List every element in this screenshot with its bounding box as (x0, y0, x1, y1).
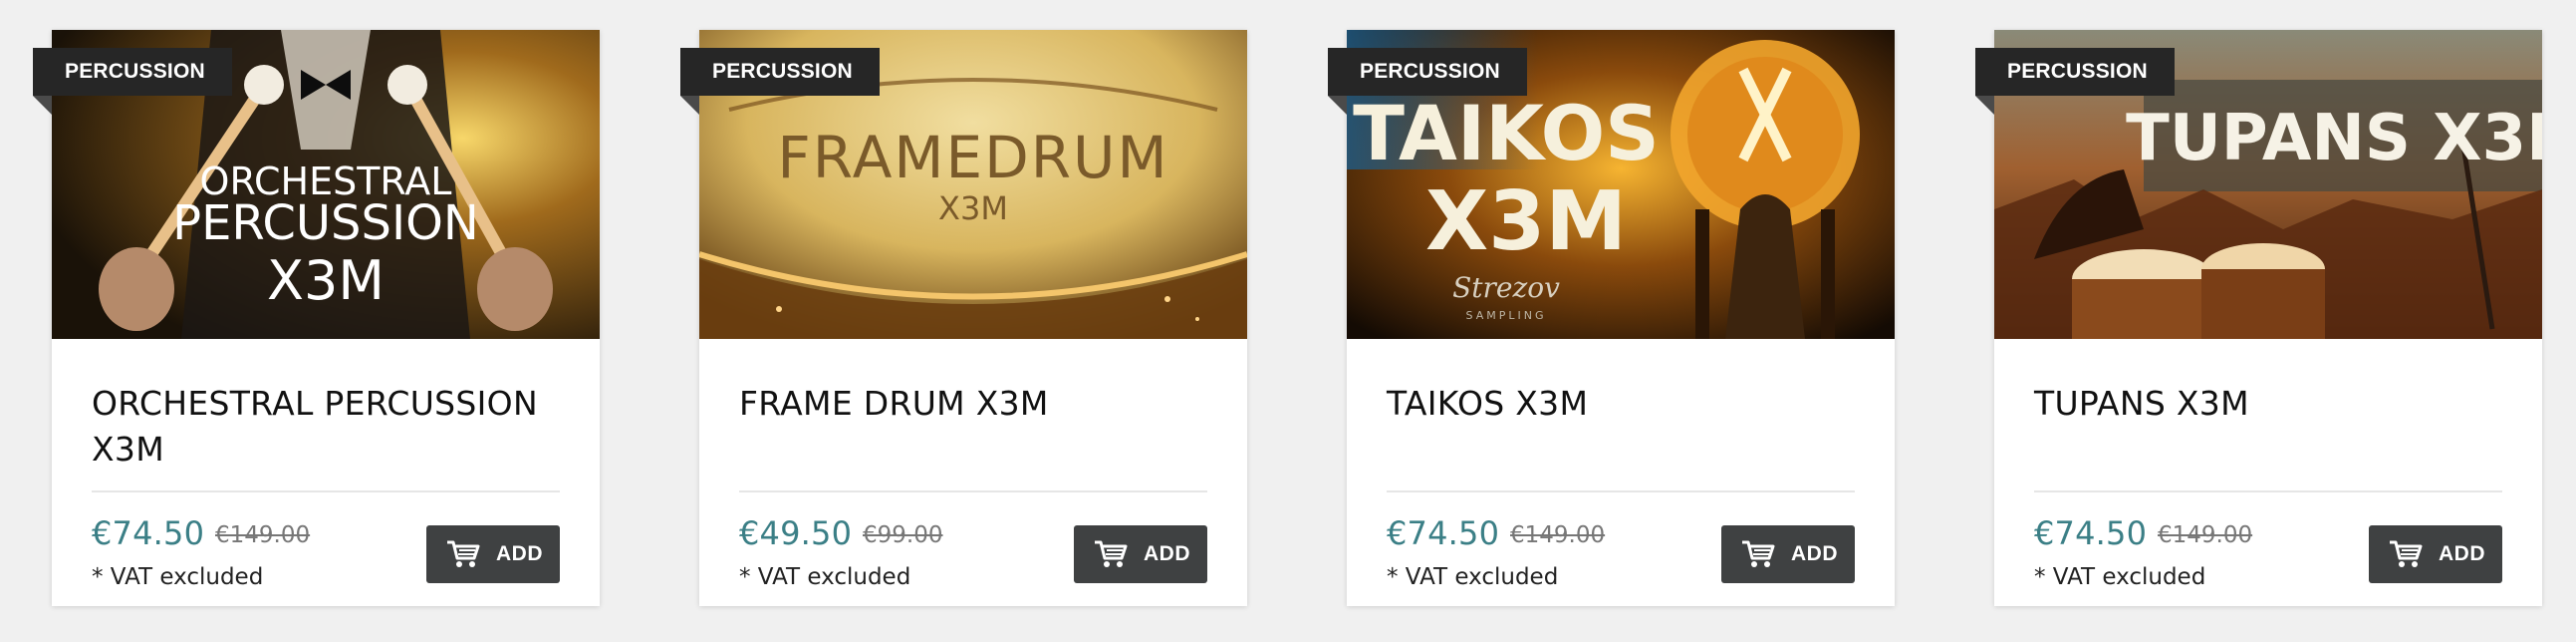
product-card-frame-drum[interactable]: FRAMEDRUM X3M PERCUSSION FRAME DRUM X3M … (680, 30, 1247, 606)
product-price: €74.50 (2034, 514, 2148, 552)
badge-fold (1328, 96, 1347, 115)
shopping-cart-icon (1095, 540, 1128, 567)
product-title[interactable]: TAIKOS X3M (1387, 381, 1855, 427)
product-title[interactable]: ORCHESTRAL PERCUSSION X3M (92, 381, 560, 473)
add-to-cart-button[interactable]: ADD (426, 525, 560, 583)
divider (92, 490, 560, 492)
product-card-orchestral-percussion[interactable]: ORCHESTRAL PERCUSSION X3M PERCUSSION ORC… (33, 30, 600, 606)
add-to-cart-button[interactable]: ADD (2369, 525, 2502, 583)
add-button-label: ADD (1144, 542, 1190, 565)
product-old-price: €149.00 (1510, 522, 1606, 548)
category-badge: PERCUSSION (680, 48, 880, 96)
product-old-price: €99.00 (863, 522, 943, 548)
product-card-taikos[interactable]: TAIKOS X3M Strezov SAMPLING PERCUSSION T… (1328, 30, 1895, 606)
add-button-label: ADD (1791, 542, 1838, 565)
divider (2034, 490, 2502, 492)
shopping-cart-icon (2390, 540, 2423, 567)
product-old-price: €149.00 (215, 522, 311, 548)
vat-note: * VAT excluded (1387, 564, 1559, 590)
add-to-cart-button[interactable]: ADD (1721, 525, 1855, 583)
product-price: €74.50 (1387, 514, 1500, 552)
vat-note: * VAT excluded (2034, 564, 2206, 590)
product-title[interactable]: TUPANS X3M (2034, 381, 2502, 427)
badge-fold (33, 96, 52, 115)
product-grid: ORCHESTRAL PERCUSSION X3M PERCUSSION ORC… (33, 30, 2542, 606)
product-price: €74.50 (92, 514, 205, 552)
product-old-price: €149.00 (2158, 522, 2253, 548)
image-title-line-2: X3M (938, 189, 1008, 227)
add-to-cart-button[interactable]: ADD (1074, 525, 1207, 583)
image-logo-subtext: SAMPLING (1466, 309, 1547, 322)
image-title-line-1: TAIKOS (1353, 89, 1660, 177)
image-title-line-1: FRAMEDRUM (777, 124, 1168, 191)
category-badge: PERCUSSION (1975, 48, 2175, 96)
badge-fold (1975, 96, 1994, 115)
product-price: €49.50 (739, 514, 853, 552)
badge-fold (680, 96, 699, 115)
image-title: TUPANS X3M (2126, 102, 2542, 175)
category-badge: PERCUSSION (33, 48, 232, 96)
divider (1387, 490, 1855, 492)
image-logo-text: Strezov (1452, 271, 1560, 304)
divider (739, 490, 1207, 492)
product-card-tupans[interactable]: TUPANS X3M PERCUSSION TUPANS X3M €74.50 … (1975, 30, 2542, 606)
vat-note: * VAT excluded (739, 564, 911, 590)
category-badge: PERCUSSION (1328, 48, 1527, 96)
vat-note: * VAT excluded (92, 564, 264, 590)
add-button-label: ADD (2439, 542, 2485, 565)
product-title[interactable]: FRAME DRUM X3M (739, 381, 1207, 427)
image-title-line-2: PERCUSSION (172, 195, 479, 251)
image-title-line-2: X3M (1425, 174, 1627, 269)
add-button-label: ADD (496, 542, 543, 565)
shopping-cart-icon (447, 540, 480, 567)
shopping-cart-icon (1742, 540, 1775, 567)
image-title-line-3: X3M (267, 249, 385, 312)
